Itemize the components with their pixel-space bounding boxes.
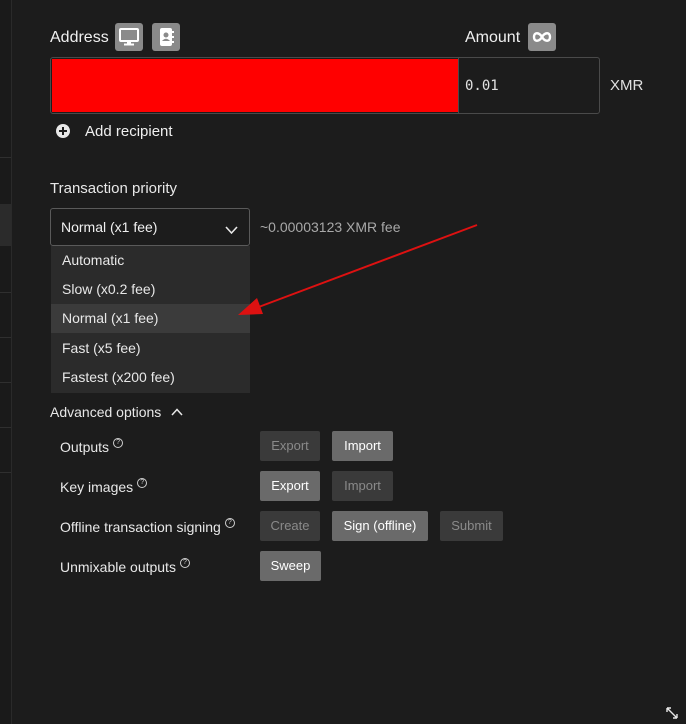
- unmixable-sweep-button[interactable]: Sweep: [260, 551, 321, 581]
- offline-signing-label: Offline transaction signing?: [60, 518, 235, 535]
- advanced-options-toggle[interactable]: Advanced options: [50, 404, 183, 420]
- infinity-icon[interactable]: [528, 23, 556, 51]
- address-book-icon[interactable]: [152, 23, 180, 51]
- priority-selected-value: Normal (x1 fee): [61, 219, 158, 235]
- amount-unit: XMR: [610, 77, 644, 94]
- key-images-import-button[interactable]: Import: [332, 471, 393, 501]
- sidebar-divider: [0, 157, 11, 158]
- offline-sign-button[interactable]: Sign (offline): [332, 511, 428, 541]
- sidebar-divider: [0, 472, 11, 473]
- amount-label: Amount: [465, 29, 521, 46]
- sidebar-divider: [0, 382, 11, 383]
- priority-select[interactable]: Normal (x1 fee): [50, 208, 250, 246]
- priority-option-normal[interactable]: Normal (x1 fee): [51, 304, 250, 333]
- chevron-up-icon: [171, 408, 183, 416]
- sidebar-divider: [0, 292, 11, 293]
- help-icon[interactable]: ?: [224, 518, 235, 528]
- outputs-label: Outputs?: [60, 438, 124, 455]
- plus-circle-icon[interactable]: [56, 124, 70, 143]
- offline-create-button[interactable]: Create: [260, 511, 320, 541]
- key-images-export-button[interactable]: Export: [260, 471, 320, 501]
- offline-submit-button[interactable]: Submit: [440, 511, 503, 541]
- help-icon[interactable]: ?: [113, 438, 124, 448]
- priority-label: Transaction priority: [50, 180, 177, 197]
- advanced-options-label: Advanced options: [50, 404, 162, 420]
- priority-option-automatic[interactable]: Automatic: [51, 246, 250, 275]
- sidebar-active-item[interactable]: [0, 204, 11, 246]
- sidebar-divider: [0, 427, 11, 428]
- amount-field[interactable]: 0.01: [465, 78, 499, 94]
- monitor-icon[interactable]: [115, 23, 143, 51]
- help-icon[interactable]: ?: [137, 478, 148, 488]
- address-label: Address: [50, 29, 109, 46]
- address-field-redacted[interactable]: [52, 59, 458, 112]
- help-icon[interactable]: ?: [179, 558, 190, 568]
- priority-option-fast[interactable]: Fast (x5 fee): [51, 334, 250, 363]
- resize-icon[interactable]: [664, 705, 680, 721]
- outputs-export-button[interactable]: Export: [260, 431, 320, 461]
- annotation-arrow: [238, 224, 478, 315]
- outputs-import-button[interactable]: Import: [332, 431, 393, 461]
- sidebar-divider: [0, 337, 11, 338]
- offline-signing-label-text: Offline transaction signing: [60, 519, 221, 535]
- key-images-label-text: Key images: [60, 479, 134, 495]
- priority-option-slow[interactable]: Slow (x0.2 fee): [51, 275, 250, 304]
- outputs-label-text: Outputs: [60, 439, 110, 455]
- key-images-label: Key images?: [60, 478, 148, 495]
- add-recipient-link[interactable]: Add recipient: [85, 123, 173, 140]
- priority-dropdown-menu: Automatic Slow (x0.2 fee) Normal (x1 fee…: [51, 246, 250, 393]
- unmixable-outputs-label-text: Unmixable outputs: [60, 559, 176, 575]
- priority-option-fastest[interactable]: Fastest (x200 fee): [51, 363, 250, 392]
- unmixable-outputs-label: Unmixable outputs?: [60, 558, 190, 575]
- input-divider: [458, 58, 459, 113]
- sidebar-edge: [0, 0, 12, 724]
